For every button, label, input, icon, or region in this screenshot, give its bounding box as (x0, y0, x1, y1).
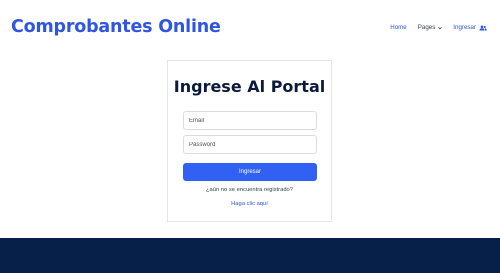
nav-pages-dropdown[interactable]: Pages (418, 24, 443, 31)
nav-login-link[interactable]: Ingresar (453, 24, 487, 31)
users-icon (479, 24, 487, 30)
register-question: ¿aún no se encuentra registrado? (205, 187, 293, 193)
login-button[interactable]: Ingresar (183, 163, 317, 181)
email-field[interactable] (183, 111, 317, 130)
nav-login-label: Ingresar (453, 24, 476, 31)
nav-home-label: Home (390, 24, 407, 31)
chevron-down-icon (438, 26, 443, 29)
login-card: Ingrese Al Portal Ingresar ¿aún no se en… (167, 60, 332, 222)
nav-home-link[interactable]: Home (390, 24, 407, 31)
register-link[interactable]: Haga clic aquí (168, 201, 331, 207)
password-field[interactable] (183, 135, 317, 154)
nav-pages-label: Pages (417, 24, 436, 31)
main-nav: Home Pages Ingresar (390, 24, 487, 31)
brand-logo[interactable]: Comprobantes Online (11, 17, 221, 37)
login-title: Ingrese Al Portal (173, 77, 326, 96)
site-footer (0, 238, 500, 273)
site-header: Comprobantes Online Home Pages Ingresar (0, 0, 500, 58)
